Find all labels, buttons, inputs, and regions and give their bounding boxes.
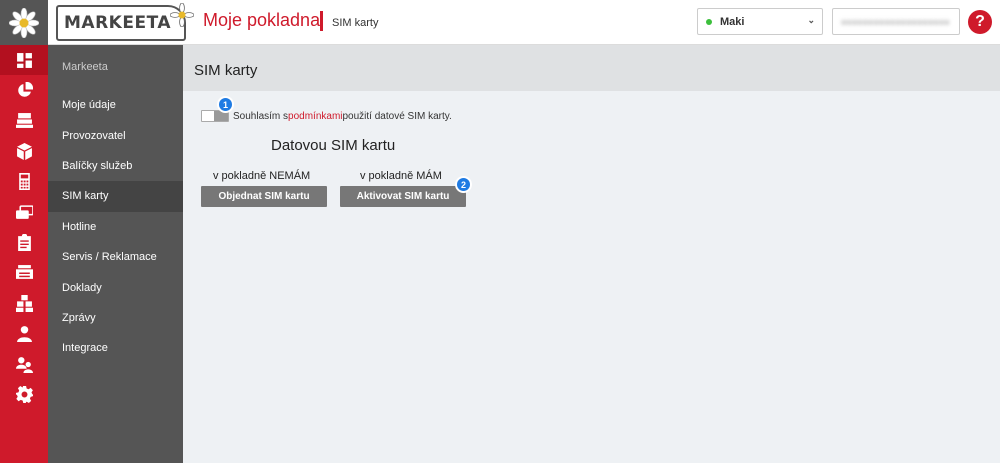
- consent-row: Souhlasím s podmínkami použití datové SI…: [201, 110, 452, 122]
- user-account-field[interactable]: ●●●●●●●●●●●●●●●●●●●●: [832, 8, 960, 35]
- order-sim-button[interactable]: Objednat SIM kartu: [201, 186, 327, 207]
- pie-chart-icon[interactable]: [0, 75, 48, 105]
- chevron-down-icon: ⌄: [807, 15, 815, 25]
- main-content: SIM karty Souhlasím s podmínkami použití…: [183, 45, 1000, 463]
- dashboard-icon[interactable]: [0, 45, 48, 76]
- sidebar-item-provozovatel[interactable]: Provozovatel: [48, 120, 183, 150]
- brand-flower-icon: [170, 3, 194, 27]
- settings-icon[interactable]: [0, 379, 48, 409]
- terms-link[interactable]: podmínkami: [288, 111, 342, 122]
- store-select-value: Maki: [720, 15, 745, 28]
- flower-logo-icon[interactable]: [0, 0, 48, 45]
- icon-rail: [0, 0, 48, 463]
- brand-logo[interactable]: MARKEETA: [56, 3, 194, 41]
- consent-text-after: použití datové SIM karty.: [342, 110, 452, 122]
- sidebar-item-doklady[interactable]: Doklady: [48, 272, 183, 302]
- sidebar: Markeeta Moje údaje Provozovatel Balíčky…: [48, 45, 183, 463]
- sidebar-item-sim-karty[interactable]: SIM karty: [48, 181, 183, 212]
- page-title: SIM karty: [183, 45, 1000, 91]
- sidebar-item-zpravy[interactable]: Zprávy: [48, 303, 183, 333]
- status-dot: [706, 18, 712, 25]
- help-button[interactable]: ?: [968, 10, 992, 34]
- sidebar-item-servis-reklamace[interactable]: Servis / Reklamace: [48, 242, 183, 272]
- app-title: Moje pokladna: [203, 10, 321, 30]
- sidebar-title: Markeeta: [62, 61, 108, 73]
- step-badge-1: 1: [217, 96, 234, 113]
- title-separator: [320, 11, 323, 31]
- clipboard-icon[interactable]: [0, 227, 48, 257]
- top-header: MARKEETA Moje pokladna SIM karty Maki ⌄ …: [48, 0, 1000, 45]
- section-title: Datovou SIM kartu: [271, 137, 396, 154]
- user-icon[interactable]: [0, 319, 48, 349]
- register-icon[interactable]: [0, 106, 48, 136]
- breadcrumb: SIM karty: [332, 17, 379, 29]
- user-account-value: ●●●●●●●●●●●●●●●●●●●●: [841, 16, 950, 27]
- packages-icon[interactable]: [0, 288, 48, 318]
- sidebar-item-balicky-sluzeb[interactable]: Balíčky služeb: [48, 151, 183, 181]
- store-select[interactable]: Maki ⌄: [697, 8, 823, 35]
- label-have-sim: v pokladně MÁM: [360, 170, 442, 182]
- activate-sim-button[interactable]: Aktivovat SIM kartu: [340, 186, 466, 207]
- brand-text: MARKEETA: [64, 13, 171, 33]
- sidebar-item-hotline[interactable]: Hotline: [48, 212, 183, 242]
- box-icon[interactable]: [0, 136, 48, 166]
- receipt-printer-icon[interactable]: [0, 258, 48, 288]
- calculator-icon[interactable]: [0, 167, 48, 197]
- step-badge-2: 2: [455, 176, 472, 193]
- payment-icon[interactable]: [0, 197, 48, 227]
- sidebar-item-moje-udaje[interactable]: Moje údaje: [48, 90, 183, 120]
- label-no-sim: v pokladně NEMÁM: [213, 170, 311, 182]
- sidebar-item-integrace[interactable]: Integrace: [48, 333, 183, 363]
- users-icon[interactable]: [0, 349, 48, 379]
- consent-text-before: Souhlasím s: [233, 110, 289, 122]
